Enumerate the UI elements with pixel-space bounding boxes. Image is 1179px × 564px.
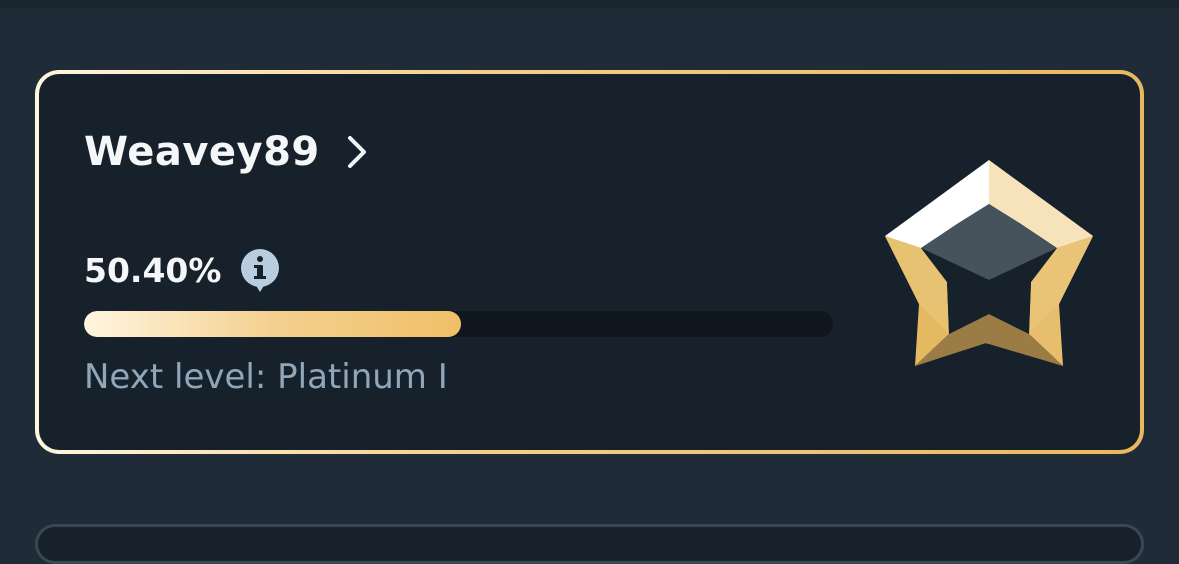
username: Weavey89	[84, 129, 320, 175]
rank-progress-card-body: Weavey89 50.40% Next level: Platinum I	[39, 74, 1140, 450]
info-icon[interactable]	[239, 248, 281, 292]
progress-bar	[84, 311, 833, 337]
chevron-right-icon	[347, 136, 366, 168]
next-card	[35, 524, 1144, 564]
progress-header: 50.40%	[84, 248, 281, 292]
rank-progress-card: Weavey89 50.40% Next level: Platinum I	[35, 70, 1144, 454]
progress-bar-fill	[84, 311, 462, 337]
progress-percent: 50.40%	[84, 250, 222, 290]
next-level-label: Next level: Platinum I	[84, 357, 448, 397]
profile-link[interactable]: Weavey89	[84, 132, 368, 172]
gold-star-icon	[885, 160, 1093, 366]
top-bar	[0, 0, 1179, 8]
